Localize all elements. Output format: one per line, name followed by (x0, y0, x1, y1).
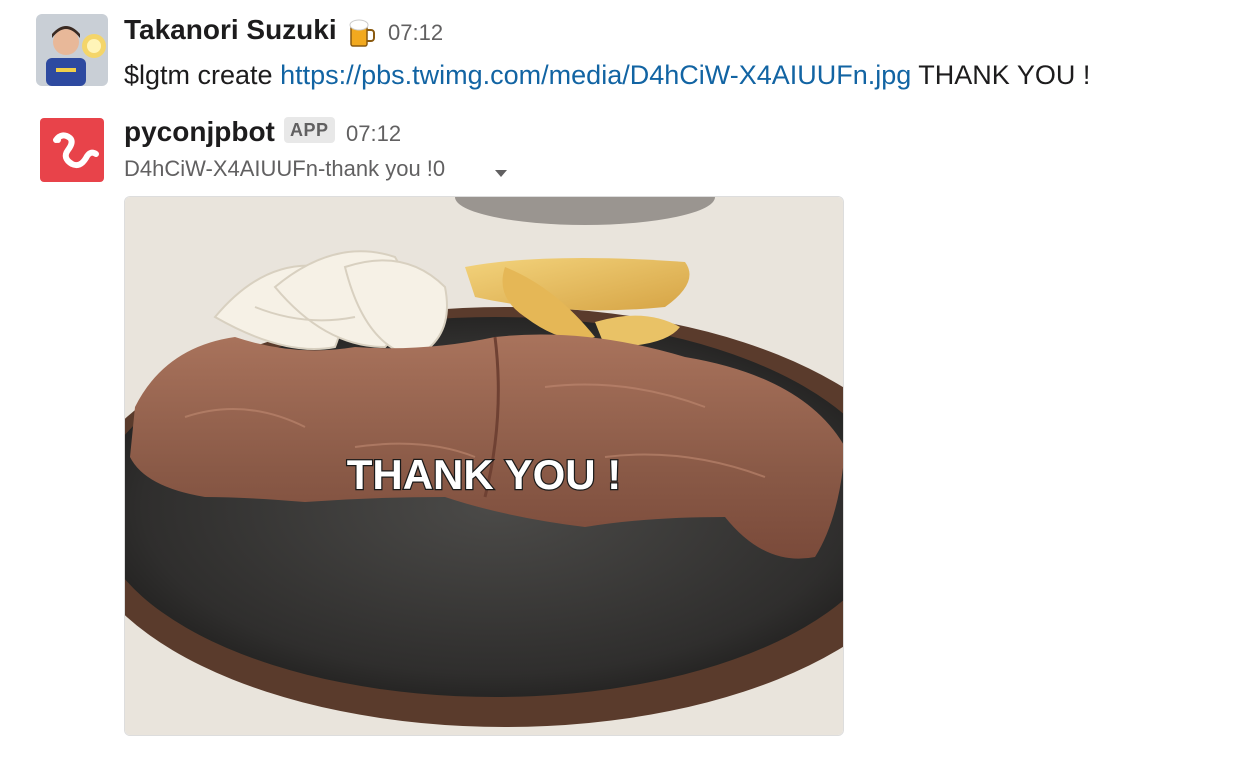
chevron-down-icon[interactable] (494, 166, 508, 184)
attachment-title[interactable]: D4hCiW-X4AIUUFn-thank you !0 (124, 156, 445, 182)
image-link[interactable]: https://pbs.twimg.com/media/D4hCiW-X4AIU… (280, 60, 911, 90)
bot-name[interactable]: pyconjpbot (124, 116, 275, 148)
app-badge: APP (284, 117, 335, 143)
bot-message-timestamp[interactable]: 07:12 (346, 121, 401, 147)
bot-logo-icon (40, 118, 104, 182)
user-avatar[interactable] (36, 14, 108, 86)
message-suffix: THANK YOU ! (911, 60, 1091, 90)
author-name[interactable]: Takanori Suzuki (124, 14, 337, 46)
bot-avatar[interactable] (40, 118, 104, 182)
message-timestamp[interactable]: 07:12 (388, 20, 443, 46)
beer-mug-icon (348, 18, 376, 48)
image-overlay-text: THANK YOU ! (347, 451, 622, 498)
steak-photo: THANK YOU ! (125, 197, 843, 735)
image-attachment[interactable]: THANK YOU ! (124, 196, 844, 736)
command-text: $lgtm create (124, 60, 281, 90)
message-text: $lgtm create https://pbs.twimg.com/media… (124, 60, 1090, 91)
user-avatar-image (36, 14, 108, 86)
